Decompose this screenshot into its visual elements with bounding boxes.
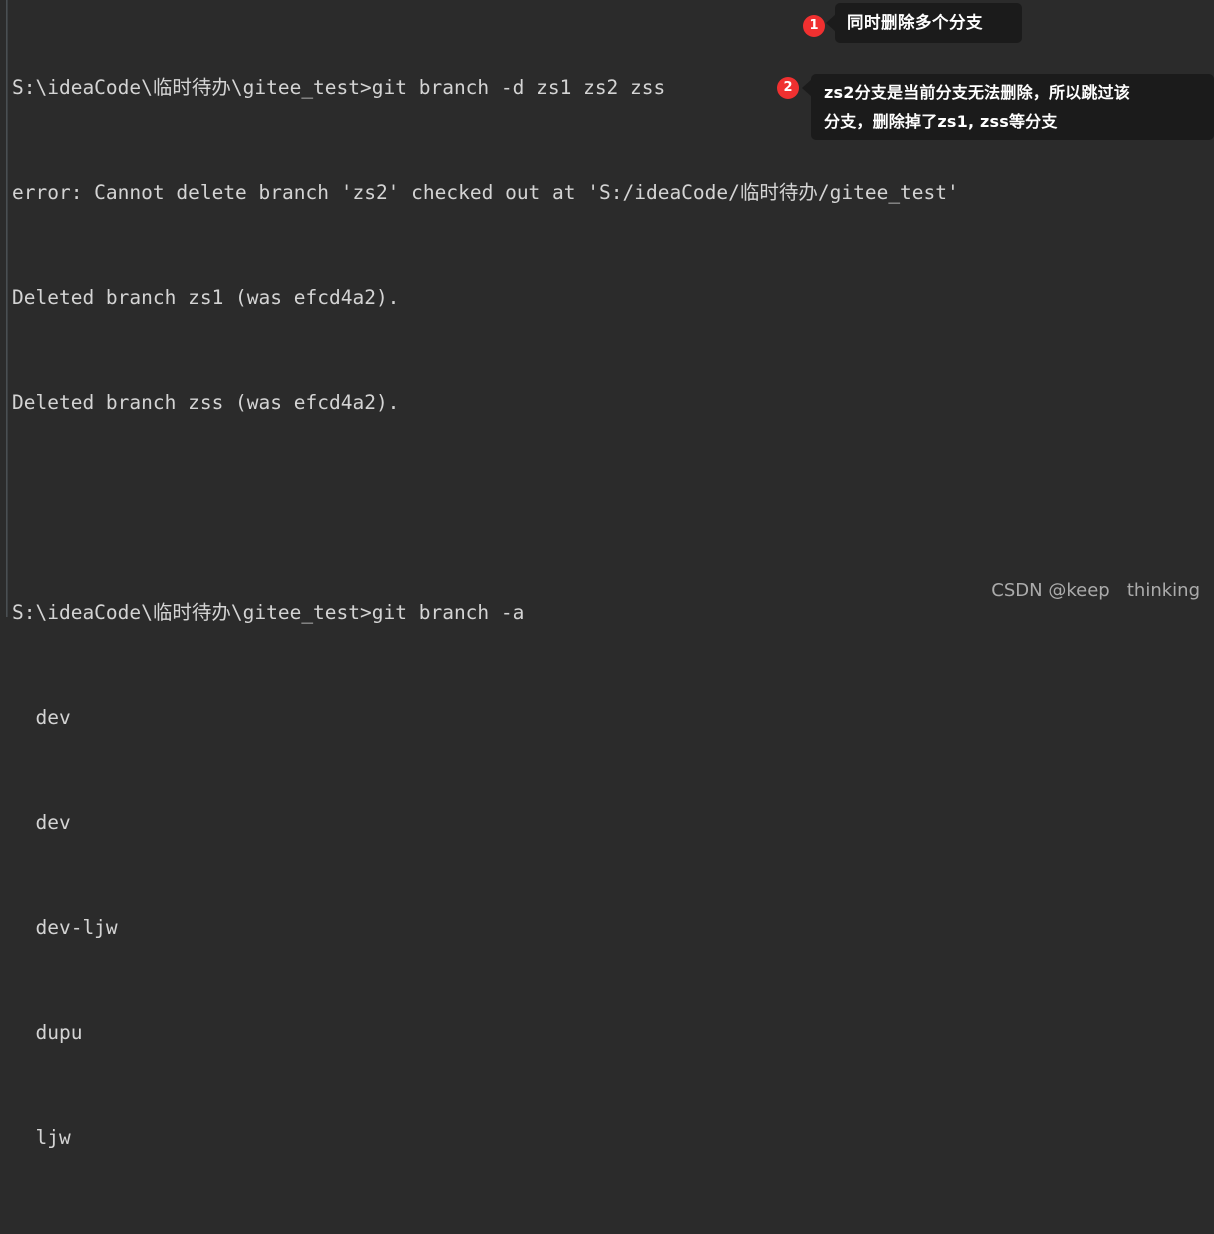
annotation-badge-1[interactable]: 1 [803, 15, 825, 37]
tooltip-arrow-icon [802, 79, 812, 97]
branch-item-ls: ls [12, 1225, 1214, 1234]
terminal-line-deleted-zs1: Deleted branch zs1 (was efcd4a2). [12, 286, 400, 309]
watermark: CSDN @keep thinking [991, 580, 1200, 601]
terminal-left-gutter [0, 0, 8, 617]
annotation-tooltip-1: 同时删除多个分支 [826, 3, 1022, 43]
branch-item-dev-ljw: dev-ljw [12, 916, 118, 939]
gutter-divider-line [6, 0, 7, 617]
annotation-tooltip-1-text: 同时删除多个分支 [847, 13, 983, 32]
annotation-tooltip-2: zs2分支是当前分支无法删除，所以跳过该 分支，删除掉了zs1, zss等分支 [802, 74, 1214, 140]
branch-item-dupu: dupu [12, 1021, 83, 1044]
terminal-line-deleted-zss: Deleted branch zss (was efcd4a2). [12, 391, 400, 414]
annotation-badge-2[interactable]: 2 [777, 77, 799, 99]
branch-item-dev-1: dev [12, 706, 71, 729]
branch-item-ljw: ljw [12, 1126, 71, 1149]
branch-item-dev-2: dev [12, 811, 71, 834]
annotation-tooltip-2-line-1: zs2分支是当前分支无法删除，所以跳过该 [824, 83, 1130, 102]
annotation-tooltip-2-line-2: 分支，删除掉了zs1, zss等分支 [824, 112, 1058, 131]
terminal-line-error: error: Cannot delete branch 'zs2' checke… [12, 181, 959, 204]
tooltip-arrow-icon [826, 14, 836, 32]
